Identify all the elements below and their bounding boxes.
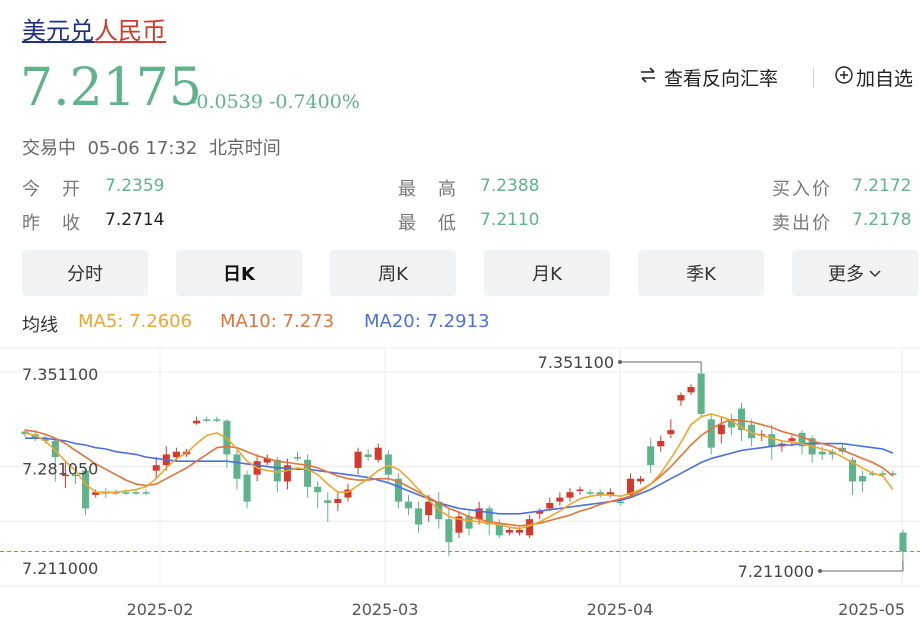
- candle: [707, 419, 715, 448]
- candle: [404, 501, 413, 509]
- candle: [203, 419, 211, 421]
- candle: [687, 386, 695, 393]
- candle: [213, 419, 221, 421]
- low-marker-label: 7.211000: [738, 562, 814, 581]
- candle: [616, 501, 624, 504]
- candle: [647, 446, 655, 466]
- candle: [304, 459, 312, 487]
- candle: [324, 500, 332, 503]
- candle: [515, 529, 524, 533]
- candle: [697, 373, 705, 414]
- kline-chart[interactable]: 7.351100 7.211000 7.351100 7.281050 7.211000…: [0, 0, 920, 640]
- candle: [818, 451, 826, 455]
- y-tick-label: 7.281050: [22, 459, 98, 478]
- candle: [334, 498, 342, 503]
- candle: [152, 465, 160, 471]
- x-tick-label: 2025-05: [838, 600, 905, 619]
- candle: [122, 492, 130, 494]
- candle: [566, 492, 574, 498]
- candle: [415, 508, 423, 525]
- candle: [354, 451, 362, 468]
- candle: [233, 454, 241, 479]
- candle: [314, 486, 322, 493]
- candle: [717, 424, 725, 435]
- high-marker-label: 7.351100: [538, 353, 614, 372]
- candle: [273, 459, 281, 482]
- candle: [637, 478, 645, 482]
- candle: [465, 516, 473, 529]
- candle: [142, 492, 150, 494]
- candle: [586, 492, 594, 494]
- candle: [859, 476, 867, 482]
- candle: [495, 524, 503, 536]
- candle: [576, 489, 584, 492]
- candle: [899, 532, 907, 552]
- low-marker-dot: [818, 569, 822, 573]
- candle: [132, 492, 140, 494]
- x-tick-label: 2025-02: [127, 600, 194, 619]
- candle: [768, 434, 776, 447]
- candle: [364, 454, 372, 458]
- y-tick-label: 7.211000: [22, 559, 98, 578]
- candle: [556, 497, 564, 502]
- candle: [445, 519, 453, 543]
- candle: [293, 457, 302, 459]
- ma20-line: [25, 437, 894, 515]
- x-tick-label: 2025-03: [352, 600, 419, 619]
- candle: [243, 474, 251, 502]
- candle: [546, 502, 554, 509]
- candle: [667, 430, 675, 435]
- candle: [788, 438, 796, 441]
- candle: [193, 420, 201, 424]
- high-marker-dot: [618, 360, 622, 364]
- candle: [374, 447, 382, 460]
- candle: [505, 529, 513, 533]
- candle: [677, 395, 685, 401]
- y-tick-label: 7.351100: [22, 365, 98, 384]
- candle: [657, 440, 665, 447]
- x-tick-label: 2025-04: [587, 600, 654, 619]
